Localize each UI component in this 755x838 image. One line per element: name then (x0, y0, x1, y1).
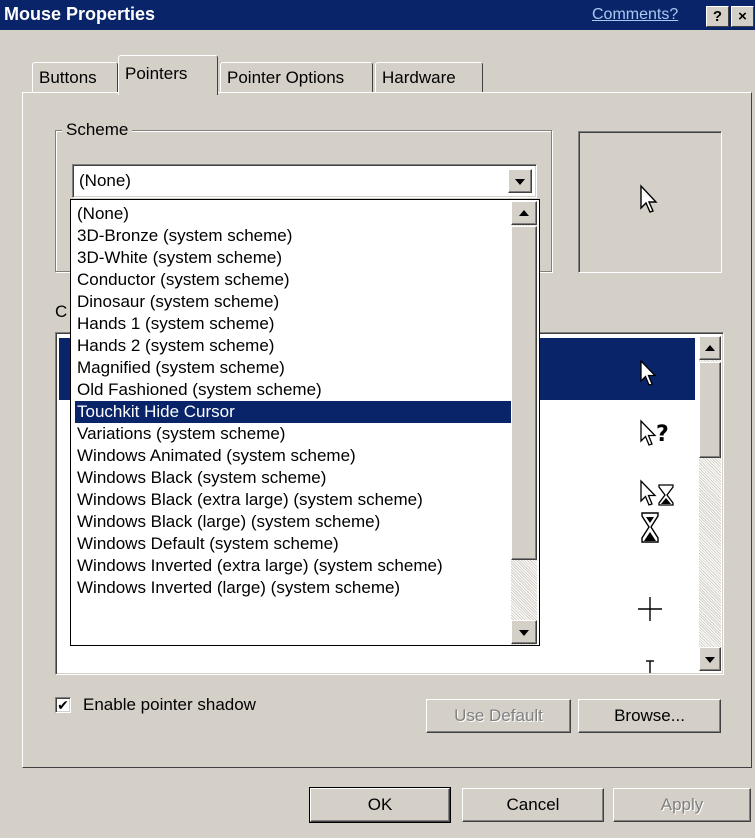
list-item[interactable]: Hands 2 (system scheme) (75, 335, 511, 357)
list-item[interactable]: Dinosaur (system scheme) (75, 291, 511, 313)
help-select-icon: ? (640, 419, 669, 447)
comments-link[interactable]: Comments? (592, 6, 678, 24)
scroll-thumb[interactable] (511, 226, 537, 560)
list-item[interactable]: Windows Inverted (extra large) (system s… (75, 555, 511, 577)
apply-label: Apply (660, 795, 704, 814)
browse-button[interactable]: Browse... (578, 699, 721, 733)
list-item[interactable]: Windows Black (large) (system scheme) (75, 511, 511, 533)
precision-select-icon (638, 597, 662, 621)
tab-pointer-options[interactable]: Pointer Options (220, 62, 373, 92)
list-item-highlighted[interactable]: Touchkit Hide Cursor (75, 401, 511, 423)
working-in-background-icon (640, 479, 674, 506)
tab-hardware[interactable]: Hardware (375, 62, 483, 92)
list-item[interactable]: Magnified (system scheme) (75, 357, 511, 379)
list-item[interactable]: Old Fashioned (system scheme) (75, 379, 511, 401)
checkmark-icon: ✔ (57, 697, 69, 713)
svg-text:?: ? (656, 422, 669, 447)
chevron-up-icon (705, 345, 715, 351)
help-button[interactable]: ? (706, 6, 729, 27)
scheme-combobox[interactable]: (None) (72, 164, 537, 198)
combobox-dropdown-button[interactable] (508, 169, 532, 193)
dropdown-scrollbar[interactable] (511, 201, 537, 645)
scroll-thumb[interactable] (699, 362, 721, 458)
scheme-combobox-value: (None) (79, 171, 131, 190)
list-item[interactable]: 3D-White (system scheme) (75, 247, 511, 269)
cancel-label: Cancel (506, 795, 560, 814)
enable-pointer-shadow-checkbox[interactable]: ✔ (55, 697, 71, 713)
title-bar[interactable]: Mouse Properties Comments? ? × (0, 0, 755, 30)
list-item[interactable]: Conductor (system scheme) (75, 269, 511, 291)
list-item[interactable]: Hands 1 (system scheme) (75, 313, 511, 335)
busy-hourglass-icon (641, 512, 659, 543)
cursor-preview-box (578, 131, 722, 273)
list-item[interactable]: Windows Default (system scheme) (75, 533, 511, 555)
list-item[interactable]: Windows Black (system scheme) (75, 467, 511, 489)
window-title: Mouse Properties (4, 4, 156, 24)
text-select-icon (646, 660, 654, 673)
ok-label: OK (367, 795, 393, 814)
scroll-down-button[interactable] (699, 647, 721, 671)
scroll-up-button[interactable] (511, 201, 537, 225)
chevron-up-icon (519, 210, 529, 216)
cancel-button[interactable]: Cancel (462, 788, 604, 822)
scheme-dropdown-list[interactable]: (None) 3D-Bronze (system scheme) 3D-Whit… (70, 199, 540, 646)
list-item[interactable]: (None) (75, 203, 511, 225)
list-item[interactable]: 3D-Bronze (system scheme) (75, 225, 511, 247)
scroll-down-button[interactable] (511, 620, 537, 644)
scheme-group-label: Scheme (62, 120, 133, 140)
use-default-button[interactable]: Use Default (426, 699, 571, 733)
arrow-pointer-icon (640, 184, 658, 213)
apply-button[interactable]: Apply (613, 788, 751, 822)
customize-list-scrollbar[interactable] (699, 336, 721, 671)
ok-button[interactable]: OK (309, 787, 451, 823)
arrow-pointer-icon (640, 359, 657, 386)
scroll-up-button[interactable] (699, 336, 721, 360)
chevron-down-icon (519, 630, 529, 636)
tab-pointers[interactable]: Pointers (118, 55, 218, 95)
chevron-down-icon (515, 179, 525, 185)
tab-buttons[interactable]: Buttons (32, 62, 118, 92)
use-default-label: Use Default (454, 706, 543, 725)
customize-label: C (55, 302, 68, 321)
list-item[interactable]: Windows Black (extra large) (system sche… (75, 489, 511, 511)
chevron-down-icon (705, 657, 715, 663)
list-item[interactable]: Variations (system scheme) (75, 423, 511, 445)
list-item[interactable]: Windows Animated (system scheme) (75, 445, 511, 467)
close-button[interactable]: × (731, 6, 754, 27)
list-item[interactable]: Windows Inverted (large) (system scheme) (75, 577, 511, 599)
browse-label: Browse... (614, 706, 685, 725)
enable-pointer-shadow-label[interactable]: Enable pointer shadow (83, 695, 256, 715)
